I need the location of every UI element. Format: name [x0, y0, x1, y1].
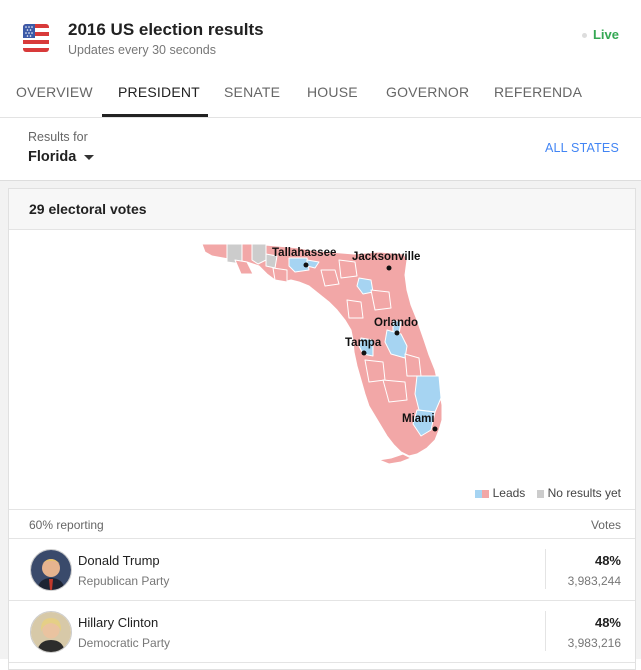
candidate-row[interactable]: Hillary Clinton Democratic Party 48% 3,9…: [9, 601, 635, 663]
card-header: 29 electoral votes: [9, 189, 635, 230]
florida-county-map[interactable]: Tallahassee Jacksonville Orlando Tampa M…: [9, 230, 635, 480]
candidate-votes: 3,983,216: [567, 636, 621, 650]
tab-senate[interactable]: SENATE: [224, 84, 280, 100]
candidate-percent: 48%: [594, 615, 621, 630]
legend-rep-swatch: [481, 490, 489, 498]
active-tab-indicator: [102, 114, 208, 117]
all-states-link[interactable]: ALL STATES: [545, 141, 619, 155]
caret-down-icon: [84, 154, 95, 160]
city-label-jacksonville: Jacksonville: [352, 251, 420, 263]
tab-house[interactable]: HOUSE: [307, 84, 358, 100]
tab-bar: OVERVIEW PRESIDENT SENATE HOUSE GOVERNOR…: [0, 70, 641, 118]
legend-leads: Leads: [492, 486, 526, 500]
live-indicator: Live: [581, 27, 619, 42]
tab-president[interactable]: PRESIDENT: [118, 84, 200, 100]
votes-column-header: Votes: [590, 518, 621, 532]
legend-no-results-swatch: [536, 490, 544, 498]
results-header: 60% reporting Votes: [9, 510, 635, 539]
tampa-marker: [361, 350, 367, 356]
update-frequency: Updates every 30 seconds: [68, 43, 217, 57]
map-legend: Leads No results yet: [474, 486, 621, 500]
results-card: 29 electoral votes Tallahassee Jacksonvi…: [8, 188, 636, 670]
city-label-tampa: Tampa: [345, 337, 382, 349]
candidate-party: Democratic Party: [78, 636, 171, 650]
candidate-name: Hillary Clinton: [78, 615, 159, 630]
tab-referenda[interactable]: REFERENDA: [494, 84, 582, 100]
city-label-tallahassee: Tallahassee: [272, 247, 336, 259]
state-dropdown[interactable]: Florida: [28, 149, 95, 165]
candidate-party: Republican Party: [78, 574, 170, 588]
tab-overview[interactable]: OVERVIEW: [16, 84, 93, 100]
candidate-percent: 48%: [594, 553, 621, 568]
live-dot-icon: [581, 33, 587, 39]
state-dropdown-value: Florida: [28, 149, 77, 165]
legend-no-results: No results yet: [547, 486, 621, 500]
header: 2016 US election results Updates every 3…: [0, 0, 641, 70]
electoral-votes: 29 electoral votes: [29, 201, 147, 217]
page-title: 2016 US election results: [68, 20, 264, 39]
tab-governor[interactable]: GOVERNOR: [386, 84, 469, 100]
results-table: 60% reporting Votes Donald Trump Republi…: [9, 509, 635, 663]
candidate-row[interactable]: Donald Trump Republican Party 48% 3,983,…: [9, 539, 635, 601]
avatar: [30, 611, 72, 653]
avatar: [30, 549, 72, 591]
column-divider: [545, 549, 546, 589]
reporting-status: 60% reporting: [29, 518, 104, 532]
results-filter: Results for Florida ALL STATES: [0, 118, 641, 181]
candidate-name: Donald Trump: [78, 553, 160, 568]
city-label-miami: Miami: [402, 413, 435, 425]
jacksonville-marker: [386, 265, 392, 271]
results-for-label: Results for: [28, 130, 88, 144]
tallahassee-marker: [303, 262, 309, 268]
live-label: Live: [592, 27, 619, 42]
candidate-votes: 3,983,244: [567, 574, 621, 588]
column-divider: [545, 611, 546, 651]
legend-dem-swatch: [474, 490, 482, 498]
miami-marker: [432, 426, 438, 432]
us-flag-icon: [23, 24, 49, 52]
orlando-marker: [394, 330, 400, 336]
city-label-orlando: Orlando: [374, 317, 418, 329]
